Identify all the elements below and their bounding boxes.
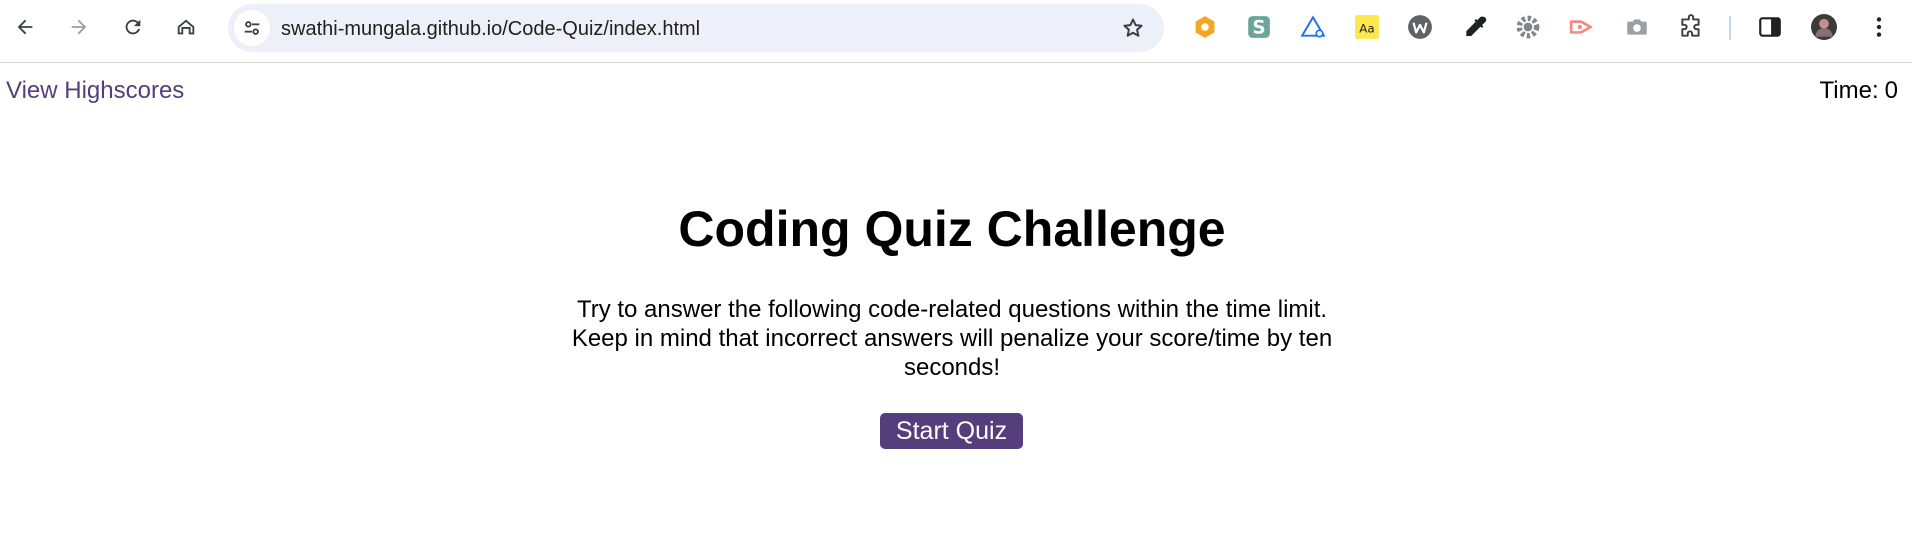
browser-toolbar: swathi-mungala.github.io/Code-Quiz/index… (0, 0, 1912, 63)
star-icon (1123, 18, 1143, 37)
side-panel-button[interactable] (1756, 13, 1784, 41)
toolbar-separator (1729, 16, 1731, 40)
view-highscores-link[interactable]: View Highscores (6, 77, 184, 105)
aa-dictionary-icon: Aa (1355, 15, 1379, 39)
gear-extension-icon (1516, 15, 1540, 39)
quiz-instructions: Try to answer the following code-related… (571, 296, 1333, 381)
address-bar[interactable]: swathi-mungala.github.io/Code-Quiz/index… (228, 4, 1164, 52)
extensions-button[interactable] (1677, 13, 1705, 41)
camera-icon (1627, 19, 1647, 35)
w-extension-button[interactable] (1406, 13, 1434, 41)
timer: Time: 0 (1820, 77, 1898, 105)
gear-extension-button[interactable] (1514, 13, 1542, 41)
svg-text:S: S (1252, 18, 1265, 39)
dictionary-extension-button[interactable]: Aa (1353, 13, 1381, 41)
hexagon-extension-icon (1195, 16, 1215, 38)
eyedropper-icon (1466, 16, 1487, 36)
reload-button[interactable] (115, 9, 151, 45)
svg-text:Aa: Aa (1359, 21, 1374, 35)
page-content: View Highscores Time: 0 Coding Quiz Chall… (0, 64, 1912, 538)
hexagon-extension-button[interactable] (1191, 13, 1219, 41)
site-info-button[interactable] (234, 10, 270, 46)
profile-button[interactable] (1810, 13, 1838, 41)
puzzle-extensions-icon (1681, 14, 1700, 37)
url-text[interactable]: swathi-mungala.github.io/Code-Quiz/index… (281, 18, 700, 41)
timer-label: Time: (1819, 77, 1879, 104)
forward-arrow-icon (71, 19, 87, 35)
timer-value: 0 (1884, 77, 1898, 104)
home-button[interactable] (168, 9, 204, 45)
forward-button[interactable] (61, 9, 97, 45)
back-button[interactable] (7, 9, 43, 45)
arrow-extension-button[interactable] (1568, 13, 1596, 41)
kebab-menu-icon (1876, 17, 1882, 37)
start-quiz-button[interactable]: Start Quiz (880, 413, 1023, 449)
profile-avatar (1811, 14, 1837, 40)
w-extension-icon (1408, 15, 1432, 39)
reload-icon (125, 19, 141, 35)
arrow-extension-icon (1569, 20, 1593, 34)
camera-extension-button[interactable] (1623, 13, 1651, 41)
tune-icon (244, 21, 260, 35)
bookmark-button[interactable] (1120, 15, 1146, 41)
eyedropper-extension-button[interactable] (1461, 13, 1489, 41)
back-arrow-icon (17, 19, 33, 35)
triangle-extension-button[interactable] (1299, 13, 1327, 41)
home-icon (177, 19, 195, 35)
browser-menu-button[interactable] (1865, 13, 1893, 41)
page-title: Coding Quiz Challenge (678, 201, 1226, 257)
side-panel-icon (1759, 17, 1781, 37)
s-extension-icon: S (1248, 16, 1270, 39)
s-extension-button[interactable]: S (1245, 13, 1273, 41)
triangle-extension-icon (1300, 15, 1326, 38)
